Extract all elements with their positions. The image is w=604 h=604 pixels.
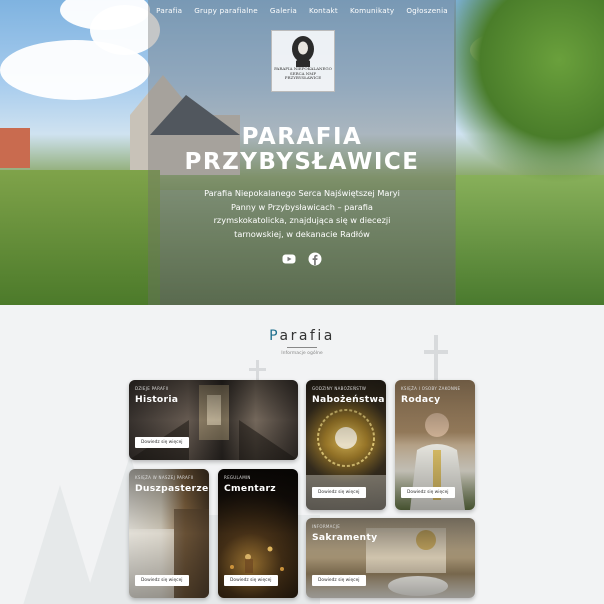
hero-title-line2: PRZYBYSŁAWICE — [184, 149, 420, 175]
nav-grupy-parafialne[interactable]: Grupy parafialne — [194, 6, 258, 15]
logo-text-line3: PRZYBYSŁAWICE — [284, 75, 322, 80]
card-sakramenty-subtitle: INFORMACJE — [312, 524, 341, 529]
section-heading: Parafia — [0, 328, 604, 344]
hero-description: Parafia Niepokalanego Serca Najświętszej… — [204, 188, 400, 239]
card-cmentarz-subtitle: REGULAMIN — [224, 475, 251, 480]
card-sakramenty-title: Sakramenty — [312, 532, 378, 543]
card-historia-subtitle: DZIEJE PARAFII — [135, 386, 169, 391]
card-cmentarz[interactable]: REGULAMIN Cmentarz Dowiedz się więcej — [218, 469, 298, 598]
card-cmentarz-button[interactable]: Dowiedz się więcej — [224, 575, 278, 586]
card-rodacy-subtitle: KSIĘŻA I OSOBY ZAKONNE — [401, 386, 461, 391]
card-duszpasterze[interactable]: KSIĘŻA W NASZEJ PARAFII Duszpasterze Dow… — [129, 469, 209, 598]
card-nabozenstwa-title: Nabożeństwa — [312, 394, 385, 405]
card-historia-title: Historia — [135, 394, 179, 405]
nav-kontakt[interactable]: Kontakt — [309, 6, 338, 15]
facebook-icon[interactable] — [308, 251, 322, 266]
card-duszpasterze-title: Duszpasterze — [135, 483, 209, 494]
card-cmentarz-title: Cmentarz — [224, 483, 276, 494]
card-sakramenty-button[interactable]: Dowiedz się więcej — [312, 575, 366, 586]
section-subheading: Informacje ogólne — [281, 351, 323, 356]
card-nabozenstwa-button[interactable]: Dowiedz się więcej — [312, 487, 366, 498]
heading-divider — [287, 347, 317, 348]
parafia-section — [0, 305, 604, 604]
card-rodacy-button[interactable]: Dowiedz się więcej — [401, 487, 455, 498]
card-rodacy-title: Rodacy — [401, 394, 441, 405]
parish-logo[interactable]: PARAFIA NIEPOKALANEGO SERCA NMP PRZYBYSŁ… — [271, 30, 335, 92]
nav-galeria[interactable]: Galeria — [270, 6, 297, 15]
top-navigation: Parafia Grupy parafialne Galeria Kontakt… — [0, 6, 604, 15]
card-historia-button[interactable]: Dowiedz się więcej — [135, 437, 189, 448]
madonna-icon — [292, 36, 314, 67]
social-links — [282, 251, 322, 266]
card-nabozenstwa-subtitle: GODZINY NABOŻEŃSTW — [312, 386, 367, 391]
card-duszpasterze-button[interactable]: Dowiedz się więcej — [135, 575, 189, 586]
card-rodacy[interactable]: KSIĘŻA I OSOBY ZAKONNE Rodacy Dowiedz si… — [395, 380, 475, 510]
card-nabozenstwa[interactable]: GODZINY NABOŻEŃSTW Nabożeństwa Dowiedz s… — [306, 380, 386, 510]
nav-ogloszenia[interactable]: Ogłoszenia — [406, 6, 448, 15]
section-heading-first-letter: P — [269, 328, 280, 344]
hero-title-line1: PARAFIA — [241, 124, 363, 150]
card-duszpasterze-subtitle: KSIĘŻA W NASZEJ PARAFII — [135, 475, 194, 480]
youtube-icon[interactable] — [282, 251, 296, 265]
nav-komunikaty[interactable]: Komunikaty — [350, 6, 394, 15]
card-sakramenty[interactable]: INFORMACJE Sakramenty Dowiedz się więcej — [306, 518, 475, 598]
card-historia[interactable]: DZIEJE PARAFII Historia Dowiedz się więc… — [129, 380, 298, 460]
section-heading-rest: arafia — [279, 328, 335, 344]
nav-parafia[interactable]: Parafia — [156, 6, 182, 15]
